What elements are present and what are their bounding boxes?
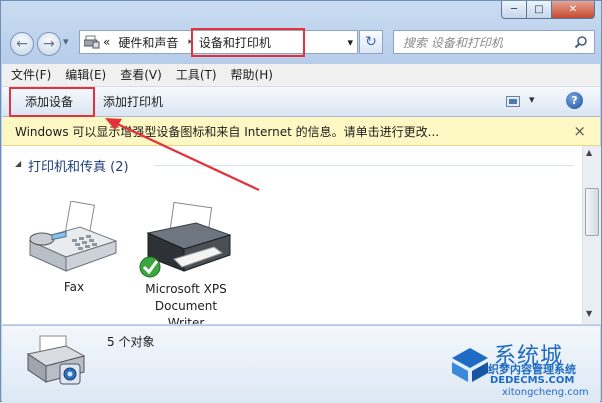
search-input[interactable]: 搜索 设备和打印机 [394, 34, 574, 51]
recent-pages-button[interactable]: ▾ [63, 35, 69, 48]
chevron-down-icon: ▾ [63, 35, 69, 48]
device-fax[interactable]: Fax [22, 200, 126, 301]
command-bar: 添加设备 添加打印机 ▾ ? [2, 87, 600, 117]
refresh-icon: ↻ [365, 34, 377, 50]
vertical-scrollbar[interactable]: ▲ ▼ [582, 146, 601, 324]
site-watermark: 系统城 织梦内容管理系统 DEDECMS.COM xitongcheng.com [446, 342, 596, 400]
device-xps-writer[interactable]: Microsoft XPS Document Writer [134, 201, 238, 324]
breadcrumb-separator-icon[interactable]: ▸ [188, 37, 193, 47]
device-label-line2: Document [154, 299, 218, 313]
watermark-domain: DEDECMS.COM [490, 375, 575, 386]
view-dropdown-icon[interactable]: ▾ [529, 93, 535, 106]
menu-edit[interactable]: 编辑(E) [58, 65, 113, 85]
scroll-thumb[interactable] [585, 188, 599, 236]
address-overflow-chevron[interactable]: « [103, 35, 110, 49]
minimize-button[interactable]: ─ [501, 1, 527, 19]
address-bar[interactable]: « 硬件和声音 ▸ 设备和打印机 ▾ [79, 30, 358, 54]
search-icon[interactable] [574, 35, 588, 49]
menu-help[interactable]: 帮助(H) [224, 65, 280, 85]
menu-file[interactable]: 文件(F) [4, 65, 58, 85]
window-controls: ─ □ ✕ [501, 1, 595, 19]
info-bar[interactable]: Windows 可以显示增强型设备图标和来自 Internet 的信息。请单击进… [2, 117, 600, 146]
menu-view[interactable]: 查看(V) [113, 65, 169, 85]
menu-bar: 文件(F) 编辑(E) 查看(V) 工具(T) 帮助(H) [2, 64, 600, 87]
printer-icon [139, 201, 232, 278]
devices-printers-icon [84, 35, 100, 49]
content-pane: ◢ 打印机和传真 (2) Fax Microsoft XPS Document … [2, 146, 582, 324]
refresh-button[interactable]: ↻ [359, 30, 383, 54]
devices-printers-large-icon [26, 335, 86, 385]
scroll-down-icon[interactable]: ▼ [586, 309, 592, 318]
menu-tools[interactable]: 工具(T) [169, 65, 224, 85]
address-dropdown-icon[interactable]: ▾ [347, 36, 353, 49]
item-count: 5 个对象 [107, 335, 155, 349]
help-icon: ? [571, 94, 578, 107]
device-label-multiline: Microsoft XPS Document Writer [126, 281, 246, 324]
fax-icon [28, 200, 118, 272]
breadcrumb-hardware-sound[interactable]: 硬件和声音 [118, 34, 178, 51]
group-header[interactable]: 打印机和传真 (2) [28, 156, 129, 175]
device-label: Fax [63, 280, 85, 294]
details-pane: 5 个对象 系统城 织梦内容管理系统 DEDECMS.COM xitongche… [2, 325, 600, 403]
group-divider [154, 165, 574, 166]
info-bar-message[interactable]: Windows 可以显示增强型设备图标和来自 Internet 的信息。请单击进… [2, 123, 573, 140]
info-bar-close-icon[interactable]: × [573, 122, 586, 140]
back-button[interactable]: ← [10, 32, 34, 56]
breadcrumb-devices-printers[interactable]: 设备和打印机 [199, 34, 271, 51]
maximize-button[interactable]: □ [527, 1, 552, 19]
group-collapse-icon[interactable]: ◢ [15, 159, 21, 168]
close-button[interactable]: ✕ [552, 1, 595, 19]
forward-arrow-icon: → [43, 36, 55, 52]
search-box[interactable]: 搜索 设备和打印机 [393, 30, 595, 54]
explorer-window: ─ □ ✕ ← → ▾ « 硬件和声音 ▸ 设备和打印机 ▾ ↻ 搜索 设备和打… [0, 0, 602, 403]
device-label-line1: Microsoft XPS [145, 282, 227, 296]
help-button[interactable]: ? [566, 92, 583, 109]
back-arrow-icon: ← [16, 36, 28, 52]
forward-button[interactable]: → [37, 32, 61, 56]
device-label-line3: Writer [167, 316, 205, 324]
add-device-button[interactable]: 添加设备 [25, 93, 73, 110]
add-printer-button[interactable]: 添加打印机 [103, 93, 163, 110]
scroll-up-icon[interactable]: ▲ [586, 148, 592, 157]
watermark-logo-icon [452, 348, 488, 382]
view-options-icon[interactable] [506, 96, 520, 107]
watermark-url: xitongcheng.com [502, 387, 589, 398]
